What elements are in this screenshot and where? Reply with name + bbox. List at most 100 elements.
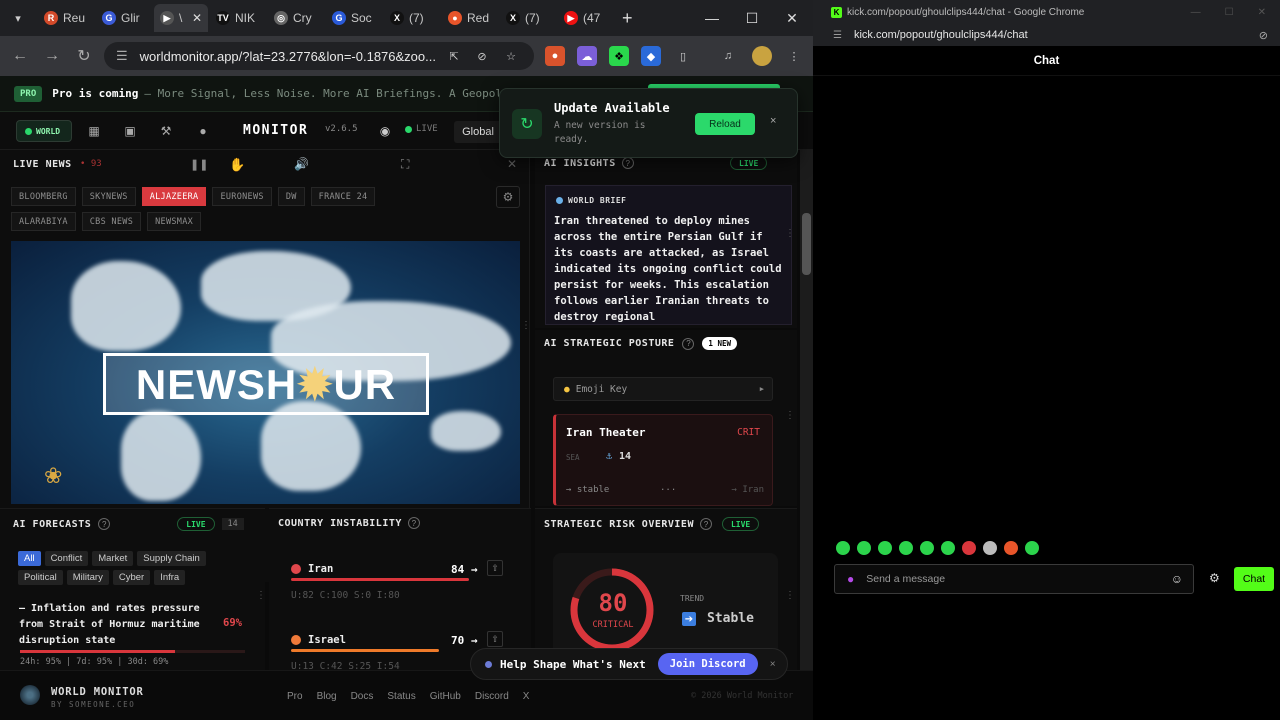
- mic-icon[interactable]: ●: [847, 572, 854, 586]
- pickaxe-icon[interactable]: ⚒: [157, 122, 175, 140]
- channel-tab-aljazeera[interactable]: ALJAZEERA: [141, 187, 207, 206]
- browser-tab[interactable]: G Soc: [326, 4, 382, 32]
- help-icon[interactable]: ?: [621, 157, 634, 169]
- chat-message-input[interactable]: ● Send a message ☺: [834, 564, 1194, 594]
- profile-avatar[interactable]: [752, 46, 772, 66]
- channel-tab-bloomberg[interactable]: BLOOMBERG: [11, 187, 76, 206]
- emote-icon[interactable]: [836, 541, 850, 555]
- help-icon[interactable]: ?: [98, 518, 111, 530]
- join-discord-button[interactable]: Join Discord: [657, 653, 758, 675]
- help-icon[interactable]: ?: [682, 337, 695, 350]
- github-icon[interactable]: ◉: [376, 122, 394, 140]
- region-select[interactable]: Global: [454, 121, 502, 143]
- emoji-icon[interactable]: ☺: [1171, 572, 1183, 586]
- emote-icon[interactable]: [920, 541, 934, 555]
- panel-menu-icon[interactable]: ⋮: [256, 590, 266, 601]
- help-icon[interactable]: ?: [699, 518, 712, 530]
- emote-icon[interactable]: [941, 541, 955, 555]
- forecast-filter-political[interactable]: Political: [18, 570, 63, 585]
- live-video-player[interactable]: NEWSH✹UR ❀: [11, 241, 520, 504]
- extension-shield-icon[interactable]: ◆: [641, 46, 661, 66]
- sun-icon[interactable]: ●: [194, 122, 212, 140]
- footer-link-x[interactable]: X: [523, 691, 530, 702]
- extension-fox-icon[interactable]: ●: [545, 46, 565, 66]
- channel-tab-newsmax[interactable]: NEWSMAX: [147, 212, 202, 231]
- kick-address-bar[interactable]: ☰ kick.com/popout/ghoulclips444/chat ⊘: [813, 24, 1280, 46]
- site-info-icon[interactable]: ☰: [833, 30, 842, 41]
- tab-search-icon[interactable]: ▾: [6, 6, 30, 30]
- bookmark-star-icon[interactable]: ☆: [501, 46, 521, 66]
- footer-link-docs[interactable]: Docs: [351, 691, 374, 702]
- browser-tab[interactable]: X (7): [500, 4, 556, 32]
- maximize-icon[interactable]: ☐: [732, 0, 772, 36]
- panel-menu-icon[interactable]: ⋮: [785, 410, 795, 421]
- emote-icon[interactable]: [962, 541, 976, 555]
- install-icon[interactable]: ⇱: [444, 46, 464, 66]
- footer-link-github[interactable]: GitHub: [430, 691, 461, 702]
- forecast-filter-conflict[interactable]: Conflict: [44, 551, 89, 566]
- browser-tab[interactable]: R Reu: [38, 4, 94, 32]
- update-close-icon[interactable]: ×: [770, 115, 776, 127]
- discord-close-icon[interactable]: ×: [770, 659, 776, 670]
- extension-cloud-icon[interactable]: ☁: [577, 46, 597, 66]
- channel-tab-cbs-news[interactable]: CBS NEWS: [81, 212, 142, 231]
- channel-tab-dw[interactable]: DW: [277, 187, 305, 206]
- extension-grid-icon[interactable]: ❖: [609, 46, 629, 66]
- iran-theater-card[interactable]: Iran Theater CRIT SEA ⚓ 14 → stable ... →…: [553, 414, 773, 506]
- browser-tab[interactable]: ▶ \ ✕: [154, 4, 208, 32]
- emoji-key-toggle[interactable]: ● Emoji Key ▶: [553, 377, 773, 401]
- close-window-icon[interactable]: ✕: [772, 0, 812, 36]
- emote-icon[interactable]: [857, 541, 871, 555]
- help-icon[interactable]: ?: [407, 517, 420, 529]
- emote-icon[interactable]: [1025, 541, 1039, 555]
- back-icon[interactable]: ←: [4, 40, 36, 72]
- emote-icon[interactable]: [899, 541, 913, 555]
- minimize-icon[interactable]: —: [692, 0, 732, 36]
- extensions-puzzle-icon[interactable]: ▯: [673, 46, 693, 66]
- media-control-icon[interactable]: ♫: [718, 46, 738, 66]
- footer-link-status[interactable]: Status: [387, 691, 415, 702]
- chart-icon[interactable]: ▣: [121, 122, 139, 140]
- panel-resize-handle[interactable]: ⋮: [521, 320, 531, 331]
- footer-link-pro[interactable]: Pro: [287, 691, 303, 702]
- browser-tab[interactable]: TV NIK: [210, 4, 266, 32]
- forecast-filter-all[interactable]: All: [18, 551, 41, 566]
- scrollbar-thumb[interactable]: [802, 213, 811, 275]
- eye-off-icon[interactable]: ⊘: [472, 46, 492, 66]
- emote-icon[interactable]: [1004, 541, 1018, 555]
- emote-icon[interactable]: [878, 541, 892, 555]
- chat-settings-icon[interactable]: ⚙: [1209, 571, 1220, 585]
- browser-tab[interactable]: G Glir: [96, 4, 152, 32]
- forecast-filter-supply-chain[interactable]: Supply Chain: [137, 551, 206, 566]
- panel-menu-icon[interactable]: ⋮: [785, 228, 795, 239]
- channel-tab-france-24[interactable]: FRANCE 24: [310, 187, 376, 206]
- pause-icon[interactable]: ❚❚: [190, 158, 208, 171]
- eye-off-icon[interactable]: ⊘: [1259, 29, 1268, 42]
- browser-tab[interactable]: ◎ Cry: [268, 4, 324, 32]
- volume-icon[interactable]: 🔊: [294, 157, 309, 171]
- close-panel-icon[interactable]: ✕: [507, 157, 517, 171]
- close-window-icon[interactable]: ✕: [1258, 7, 1266, 18]
- share-icon[interactable]: ⇧: [487, 631, 503, 647]
- footer-link-discord[interactable]: Discord: [475, 691, 509, 702]
- browser-tab[interactable]: X (7): [384, 4, 440, 32]
- building-icon[interactable]: ▦: [85, 122, 103, 140]
- reload-button[interactable]: Reload: [695, 113, 755, 135]
- fullscreen-icon[interactable]: ⛶: [401, 157, 409, 172]
- panel-menu-icon[interactable]: ⋮: [785, 590, 795, 601]
- share-icon[interactable]: ⇧: [487, 560, 503, 576]
- site-info-icon[interactable]: ☰: [116, 48, 128, 64]
- browser-tab[interactable]: ▶ (47: [558, 4, 614, 32]
- reload-icon[interactable]: ↻: [68, 40, 100, 72]
- forecast-filter-cyber[interactable]: Cyber: [112, 570, 151, 585]
- forecast-filter-military[interactable]: Military: [66, 570, 109, 585]
- chat-send-button[interactable]: Chat: [1234, 567, 1274, 591]
- page-scrollbar[interactable]: [800, 150, 813, 670]
- channel-settings-icon[interactable]: ⚙: [496, 186, 520, 208]
- browser-tab[interactable]: ● Red: [442, 4, 498, 32]
- minimize-icon[interactable]: —: [1191, 7, 1201, 18]
- forward-icon[interactable]: →: [36, 40, 68, 72]
- forecast-filter-infra[interactable]: Infra: [154, 570, 186, 585]
- address-bar[interactable]: ☰ worldmonitor.app/?lat=23.2776&lon=-0.1…: [104, 42, 534, 70]
- emote-icon[interactable]: [983, 541, 997, 555]
